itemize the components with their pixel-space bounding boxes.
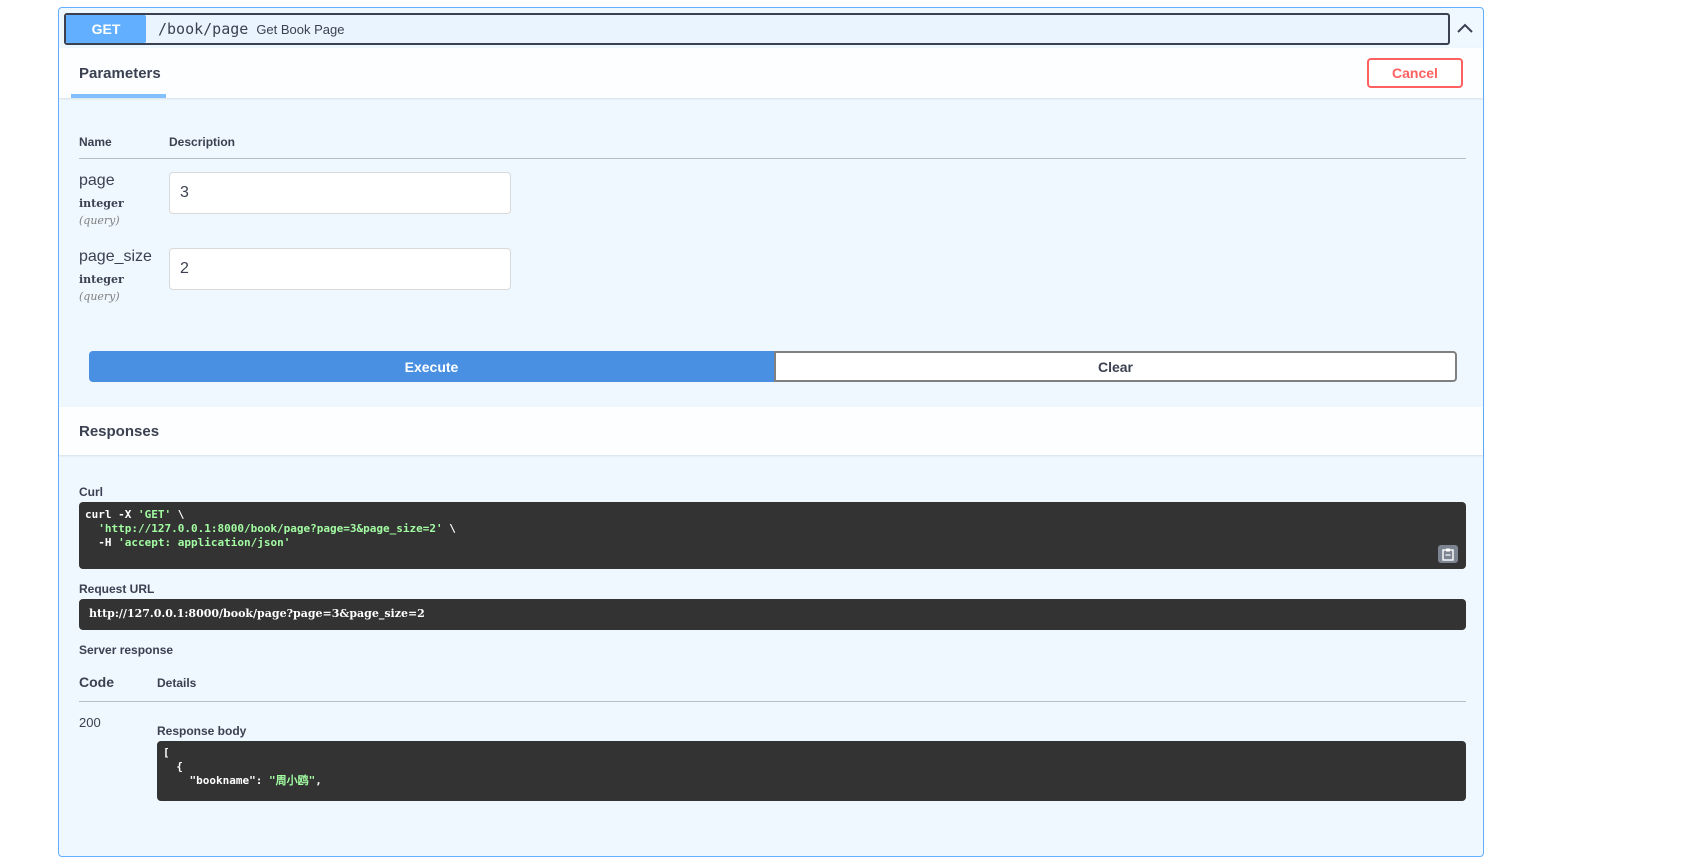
curl-block[interactable]: curl -X 'GET' \ 'http://127.0.0.1:8000/b… xyxy=(79,502,1466,569)
curl-label: Curl xyxy=(79,485,103,499)
operation-path: /book/page xyxy=(158,20,249,38)
server-response-label: Server response xyxy=(79,643,174,657)
page-size-input[interactable] xyxy=(169,248,511,290)
request-url-block: http://127.0.0.1:8000/book/page?page=3&p… xyxy=(79,599,1466,630)
code-line: [ xyxy=(163,746,170,759)
details-header: Details xyxy=(157,676,197,690)
tab-underline xyxy=(71,94,166,98)
tab-parameters[interactable]: Parameters xyxy=(79,65,161,82)
param-in: (query) xyxy=(79,290,120,303)
parameters-header: Parameters Cancel xyxy=(59,48,1483,98)
chevron-up-icon xyxy=(1457,23,1473,33)
responses-title: Responses xyxy=(79,423,160,440)
responses-header: Responses xyxy=(59,407,1483,455)
divider xyxy=(79,701,1466,702)
curl-code: curl -X 'GET' \ 'http://127.0.0.1:8000/b… xyxy=(85,508,1460,550)
method-badge: GET xyxy=(66,15,146,43)
column-header-name: Name xyxy=(79,135,112,149)
clipboard-icon xyxy=(1442,548,1454,561)
request-url: http://127.0.0.1:8000/book/page?page=3&p… xyxy=(89,607,425,620)
page-input[interactable] xyxy=(169,172,511,214)
code-line: 'http://127.0.0.1:8000/book/page?page=3&… xyxy=(98,522,456,535)
code-line: curl -X 'GET' \ xyxy=(85,508,185,521)
copy-to-clipboard-button[interactable] xyxy=(1438,545,1458,563)
param-in: (query) xyxy=(79,214,120,227)
operation-summary[interactable]: GET /book/page Get Book Page xyxy=(64,13,1450,45)
operation-block: GET /book/page Get Book Page Parameters … xyxy=(58,7,1484,857)
response-body-code: [ { "bookname": "周小鸥", xyxy=(163,746,1460,788)
operation-summary-text: Get Book Page xyxy=(256,21,345,37)
divider xyxy=(79,158,1466,159)
column-header-description: Description xyxy=(169,135,236,149)
status-code: 200 xyxy=(79,715,101,730)
code-line: -H 'accept: application/json' xyxy=(85,536,291,549)
code-line: "bookname": "周小鸥", xyxy=(189,774,322,787)
code-line: { xyxy=(163,760,183,773)
param-name: page_size xyxy=(79,248,152,265)
param-type: integer xyxy=(79,273,124,286)
clear-button[interactable]: Clear xyxy=(774,351,1457,382)
param-type: integer xyxy=(79,197,124,210)
response-body-label: Response body xyxy=(157,724,247,738)
request-url-label: Request URL xyxy=(79,582,155,596)
code-header: Code xyxy=(79,674,114,690)
response-body-block: [ { "bookname": "周小鸥", xyxy=(157,741,1466,801)
param-name: page xyxy=(79,172,115,189)
execute-button[interactable]: Execute xyxy=(89,351,774,382)
collapse-button[interactable] xyxy=(1451,18,1479,38)
cancel-button[interactable]: Cancel xyxy=(1367,58,1463,88)
